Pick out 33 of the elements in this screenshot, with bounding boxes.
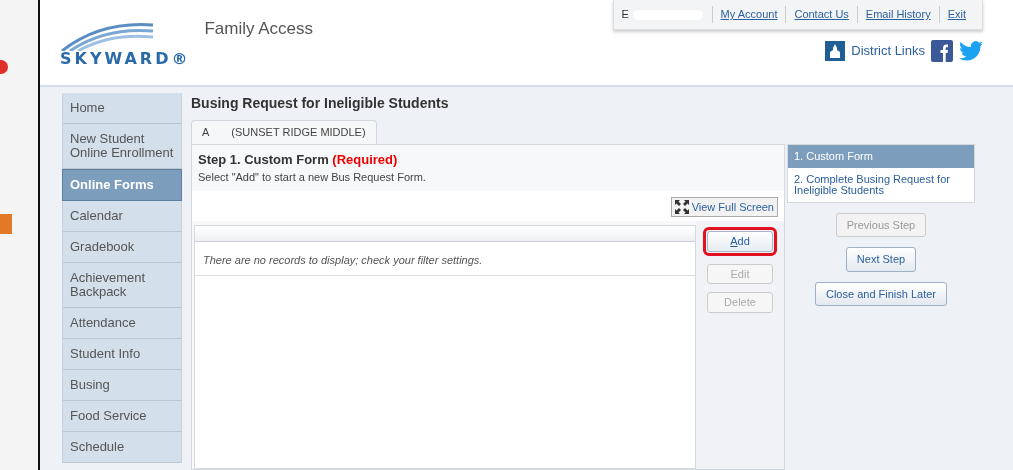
toolbar-link[interactable]: Email History — [856, 6, 939, 23]
bird-icon[interactable] — [959, 41, 983, 61]
sidebar-item[interactable]: Student Info — [62, 339, 182, 370]
page-title: Busing Request for Ineligible Students — [191, 94, 450, 113]
arc-logo-icon — [60, 21, 155, 51]
grid-action-button[interactable]: Add — [707, 231, 773, 252]
empty-message: There are no records to display; check your filter settings. — [195, 242, 695, 276]
sidebar-item[interactable]: Home — [62, 93, 182, 124]
toolbar-link[interactable]: Exit — [938, 6, 974, 23]
sidebar-item[interactable]: Schedule — [62, 432, 182, 463]
instruction-text: Select "Add" to start a new Bus Request Form. — [198, 170, 427, 185]
toolbar-link[interactable]: Contact Us — [785, 6, 857, 23]
step-item[interactable]: 2. Complete Busing Request for Ineligible Students — [788, 167, 974, 202]
product-name: Family Access — [204, 18, 314, 40]
view-full-screen-button[interactable]: View Full Screen — [670, 196, 778, 217]
expand-icon — [674, 199, 689, 214]
sidebar-item[interactable]: Calendar — [62, 201, 182, 232]
student-tab[interactable]: A (SUNSET RIDGE MIDDLE) — [191, 120, 377, 144]
step-title: Step 1. Custom Form (Required) — [198, 150, 399, 169]
step-nav-button[interactable]: Close and Finish Later — [814, 281, 948, 306]
sidebar-item[interactable]: Attendance — [62, 308, 182, 339]
sidebar-item[interactable]: Busing — [62, 370, 182, 401]
facebook-icon[interactable] — [931, 40, 953, 62]
sidebar-item[interactable]: Gradebook — [62, 232, 182, 263]
toolbar-link[interactable]: My Account — [711, 6, 786, 23]
district-links-link[interactable]: District Links — [851, 41, 925, 61]
sidebar-item[interactable]: Food Service — [62, 401, 182, 432]
church-icon[interactable] — [825, 41, 846, 61]
sidebar-item[interactable]: New Student Online Enrollment — [62, 124, 182, 169]
sidebar-item[interactable]: Achievement Backpack — [62, 263, 182, 308]
logo-wordmark: SKYWARD® — [60, 51, 191, 67]
step-nav-button[interactable]: Next Step — [845, 247, 917, 272]
notification-icon — [0, 60, 8, 74]
